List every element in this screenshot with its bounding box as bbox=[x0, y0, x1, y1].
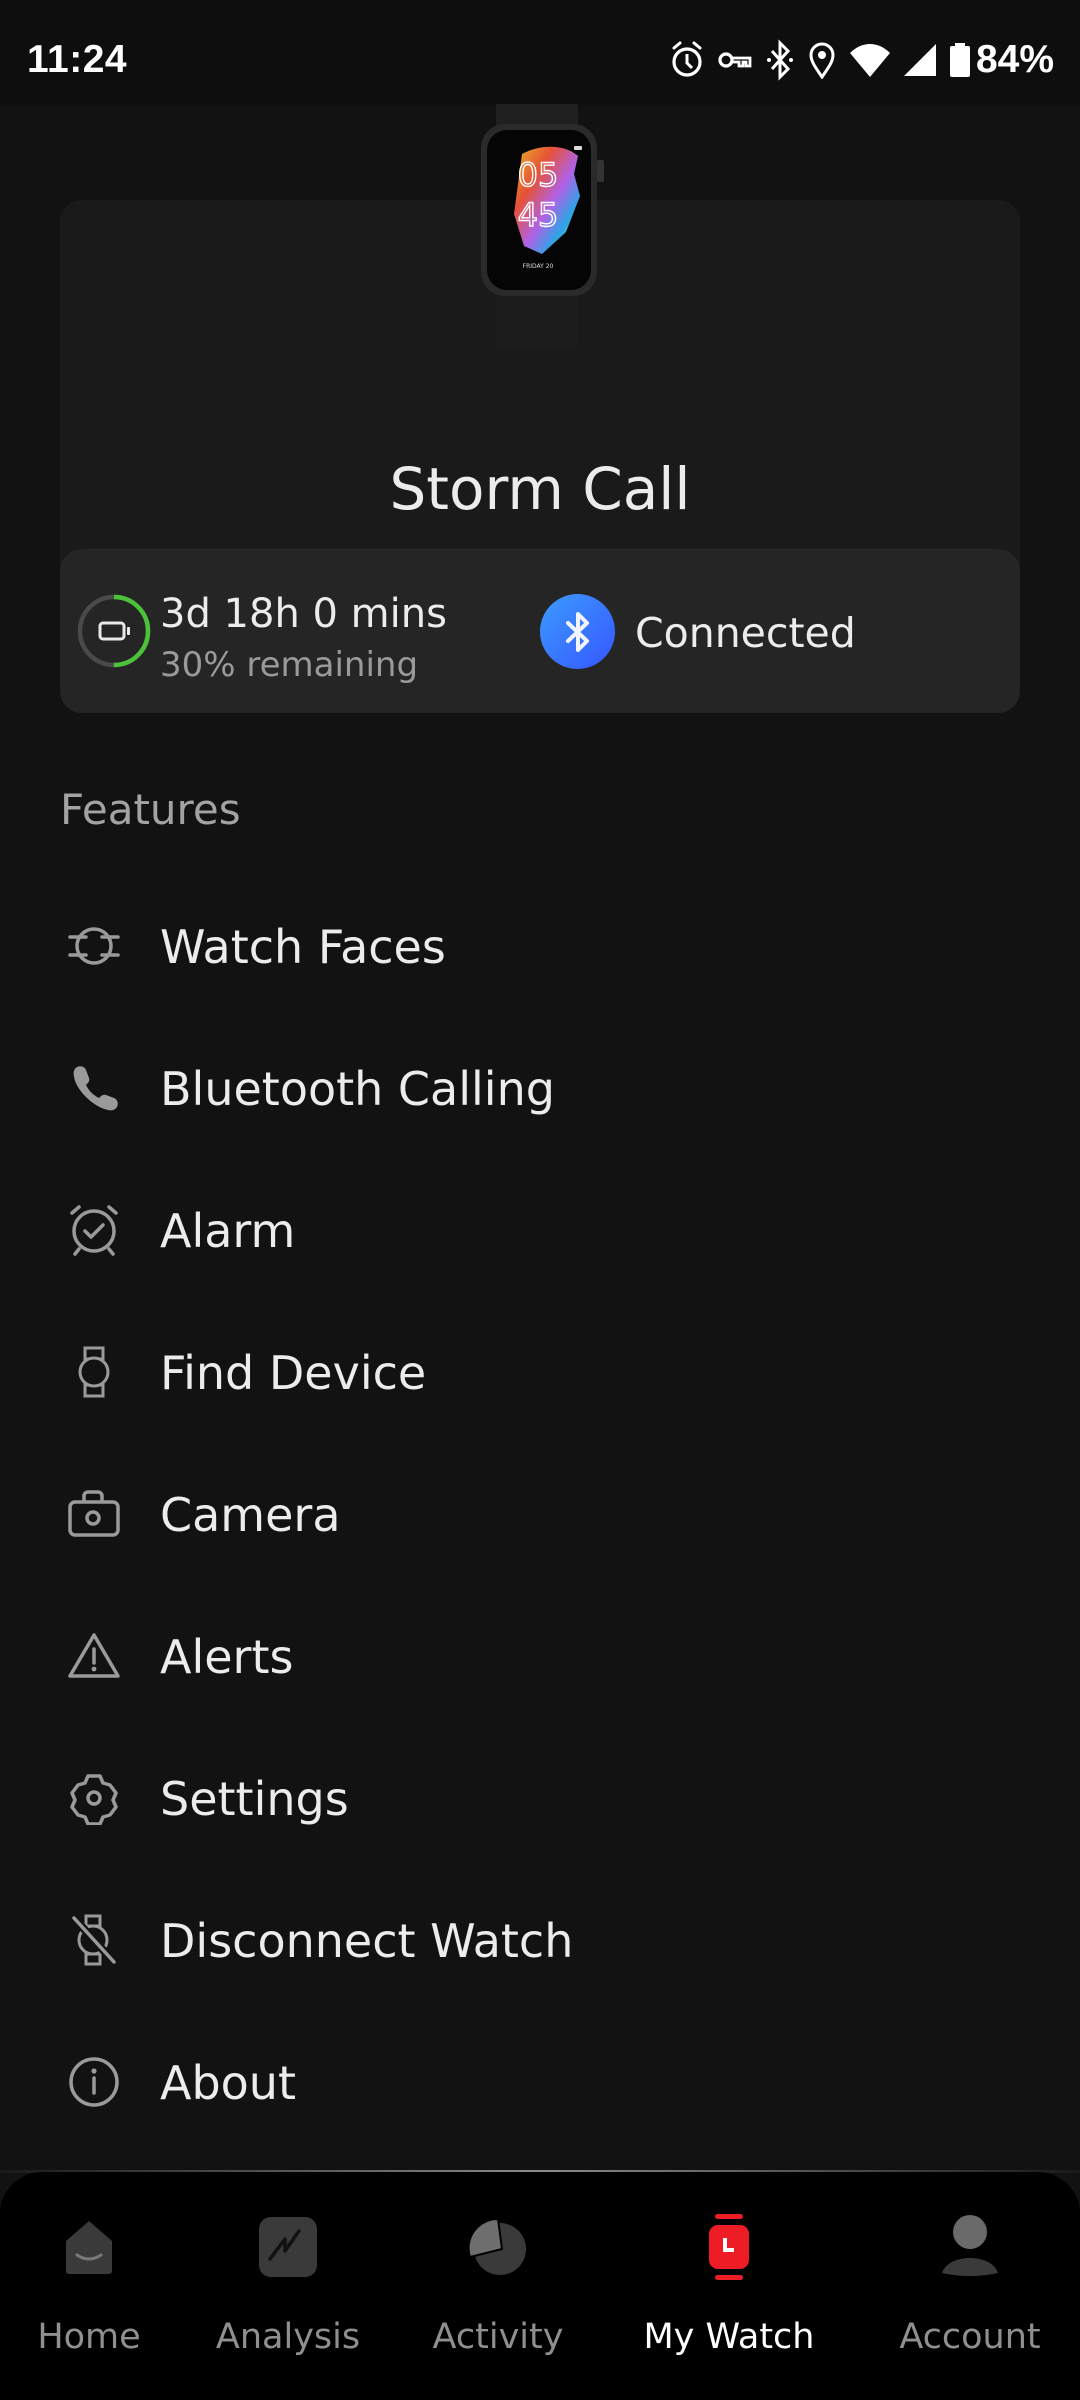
feature-label: Camera bbox=[160, 1488, 341, 1542]
nav-home[interactable]: Home bbox=[0, 2172, 178, 2400]
nav-my-watch[interactable]: My Watch bbox=[598, 2172, 860, 2400]
status-icons: 84% bbox=[670, 38, 1054, 82]
connection-status: Connected bbox=[635, 609, 856, 657]
watch-off-icon bbox=[63, 1909, 125, 1971]
activity-pie-icon bbox=[463, 2212, 533, 2282]
feature-label: Bluetooth Calling bbox=[160, 1062, 555, 1116]
bluetooth-badge bbox=[540, 594, 615, 669]
battery-percent: 84% bbox=[975, 38, 1054, 81]
feature-label: Settings bbox=[160, 1772, 349, 1826]
feature-label: About bbox=[160, 2056, 297, 2110]
nav-label: My Watch bbox=[643, 2317, 815, 2357]
feature-bluetooth-calling[interactable]: Bluetooth Calling bbox=[0, 1012, 1080, 1154]
nav-label: Analysis bbox=[215, 2317, 361, 2357]
feature-watch-faces[interactable]: Watch Faces bbox=[0, 870, 1080, 1012]
watch-icon bbox=[63, 1341, 125, 1403]
feature-label: Watch Faces bbox=[160, 920, 446, 974]
bottom-nav: Home Analysis Activity My Watch Account bbox=[0, 2172, 1080, 2400]
nav-account[interactable]: Account bbox=[860, 2172, 1080, 2400]
status-time: 11:24 bbox=[27, 38, 128, 81]
feature-about[interactable]: About bbox=[0, 2006, 1080, 2148]
cell-signal-icon bbox=[903, 44, 936, 76]
nav-label: Account bbox=[899, 2317, 1041, 2357]
battery-ring bbox=[77, 594, 151, 668]
account-icon bbox=[935, 2212, 1005, 2282]
device-name: Storm Call bbox=[389, 455, 691, 523]
status-bar: 11:24 84% bbox=[0, 0, 1080, 105]
feature-label: Alarm bbox=[160, 1204, 296, 1258]
warning-icon bbox=[63, 1625, 125, 1687]
location-icon bbox=[808, 41, 836, 79]
battery-time-left: 3d 18h 0 mins bbox=[160, 591, 447, 637]
nav-analysis[interactable]: Analysis bbox=[178, 2172, 398, 2400]
nav-label: Activity bbox=[432, 2317, 564, 2357]
features-heading: Features bbox=[60, 785, 241, 834]
feature-list: Watch Faces Bluetooth Calling Alarm Find… bbox=[0, 870, 1080, 2148]
watch-face-hour: 05 bbox=[518, 156, 559, 194]
battery-icon bbox=[98, 621, 130, 641]
home-icon bbox=[54, 2212, 124, 2282]
feature-camera[interactable]: Camera bbox=[0, 1438, 1080, 1580]
phone-icon bbox=[63, 1057, 125, 1119]
feature-find-device[interactable]: Find Device bbox=[0, 1296, 1080, 1438]
wifi-icon bbox=[849, 43, 890, 77]
device-status-row: 3d 18h 0 mins 30% remaining Connected bbox=[60, 549, 1020, 713]
nav-activity[interactable]: Activity bbox=[398, 2172, 598, 2400]
bluetooth-icon bbox=[565, 611, 589, 652]
watch-face-icon bbox=[63, 915, 125, 977]
feature-label: Alerts bbox=[160, 1630, 294, 1684]
alarm-icon bbox=[670, 40, 704, 80]
alarm-clock-icon bbox=[63, 1199, 125, 1261]
watch-image[interactable]: 05 45 FRIDAY 20 bbox=[470, 104, 620, 348]
feature-alerts[interactable]: Alerts bbox=[0, 1580, 1080, 1722]
camera-icon bbox=[63, 1483, 125, 1545]
bluetooth-icon bbox=[766, 39, 794, 81]
feature-disconnect-watch[interactable]: Disconnect Watch bbox=[0, 1864, 1080, 2006]
feature-alarm[interactable]: Alarm bbox=[0, 1154, 1080, 1296]
battery-icon bbox=[949, 43, 970, 77]
battery-remaining: 30% remaining bbox=[160, 645, 419, 685]
feature-label: Find Device bbox=[160, 1346, 427, 1400]
vpn-key-icon bbox=[718, 49, 752, 71]
nav-label: Home bbox=[37, 2317, 141, 2357]
watch-face-minute: 45 bbox=[518, 196, 559, 234]
analysis-icon bbox=[253, 2212, 323, 2282]
feature-settings[interactable]: Settings bbox=[0, 1722, 1080, 1864]
my-watch-icon bbox=[694, 2212, 764, 2282]
feature-label: Disconnect Watch bbox=[160, 1914, 574, 1968]
watch-face-date: FRIDAY 20 bbox=[523, 263, 554, 270]
gear-icon bbox=[63, 1767, 125, 1829]
info-icon bbox=[63, 2051, 125, 2113]
